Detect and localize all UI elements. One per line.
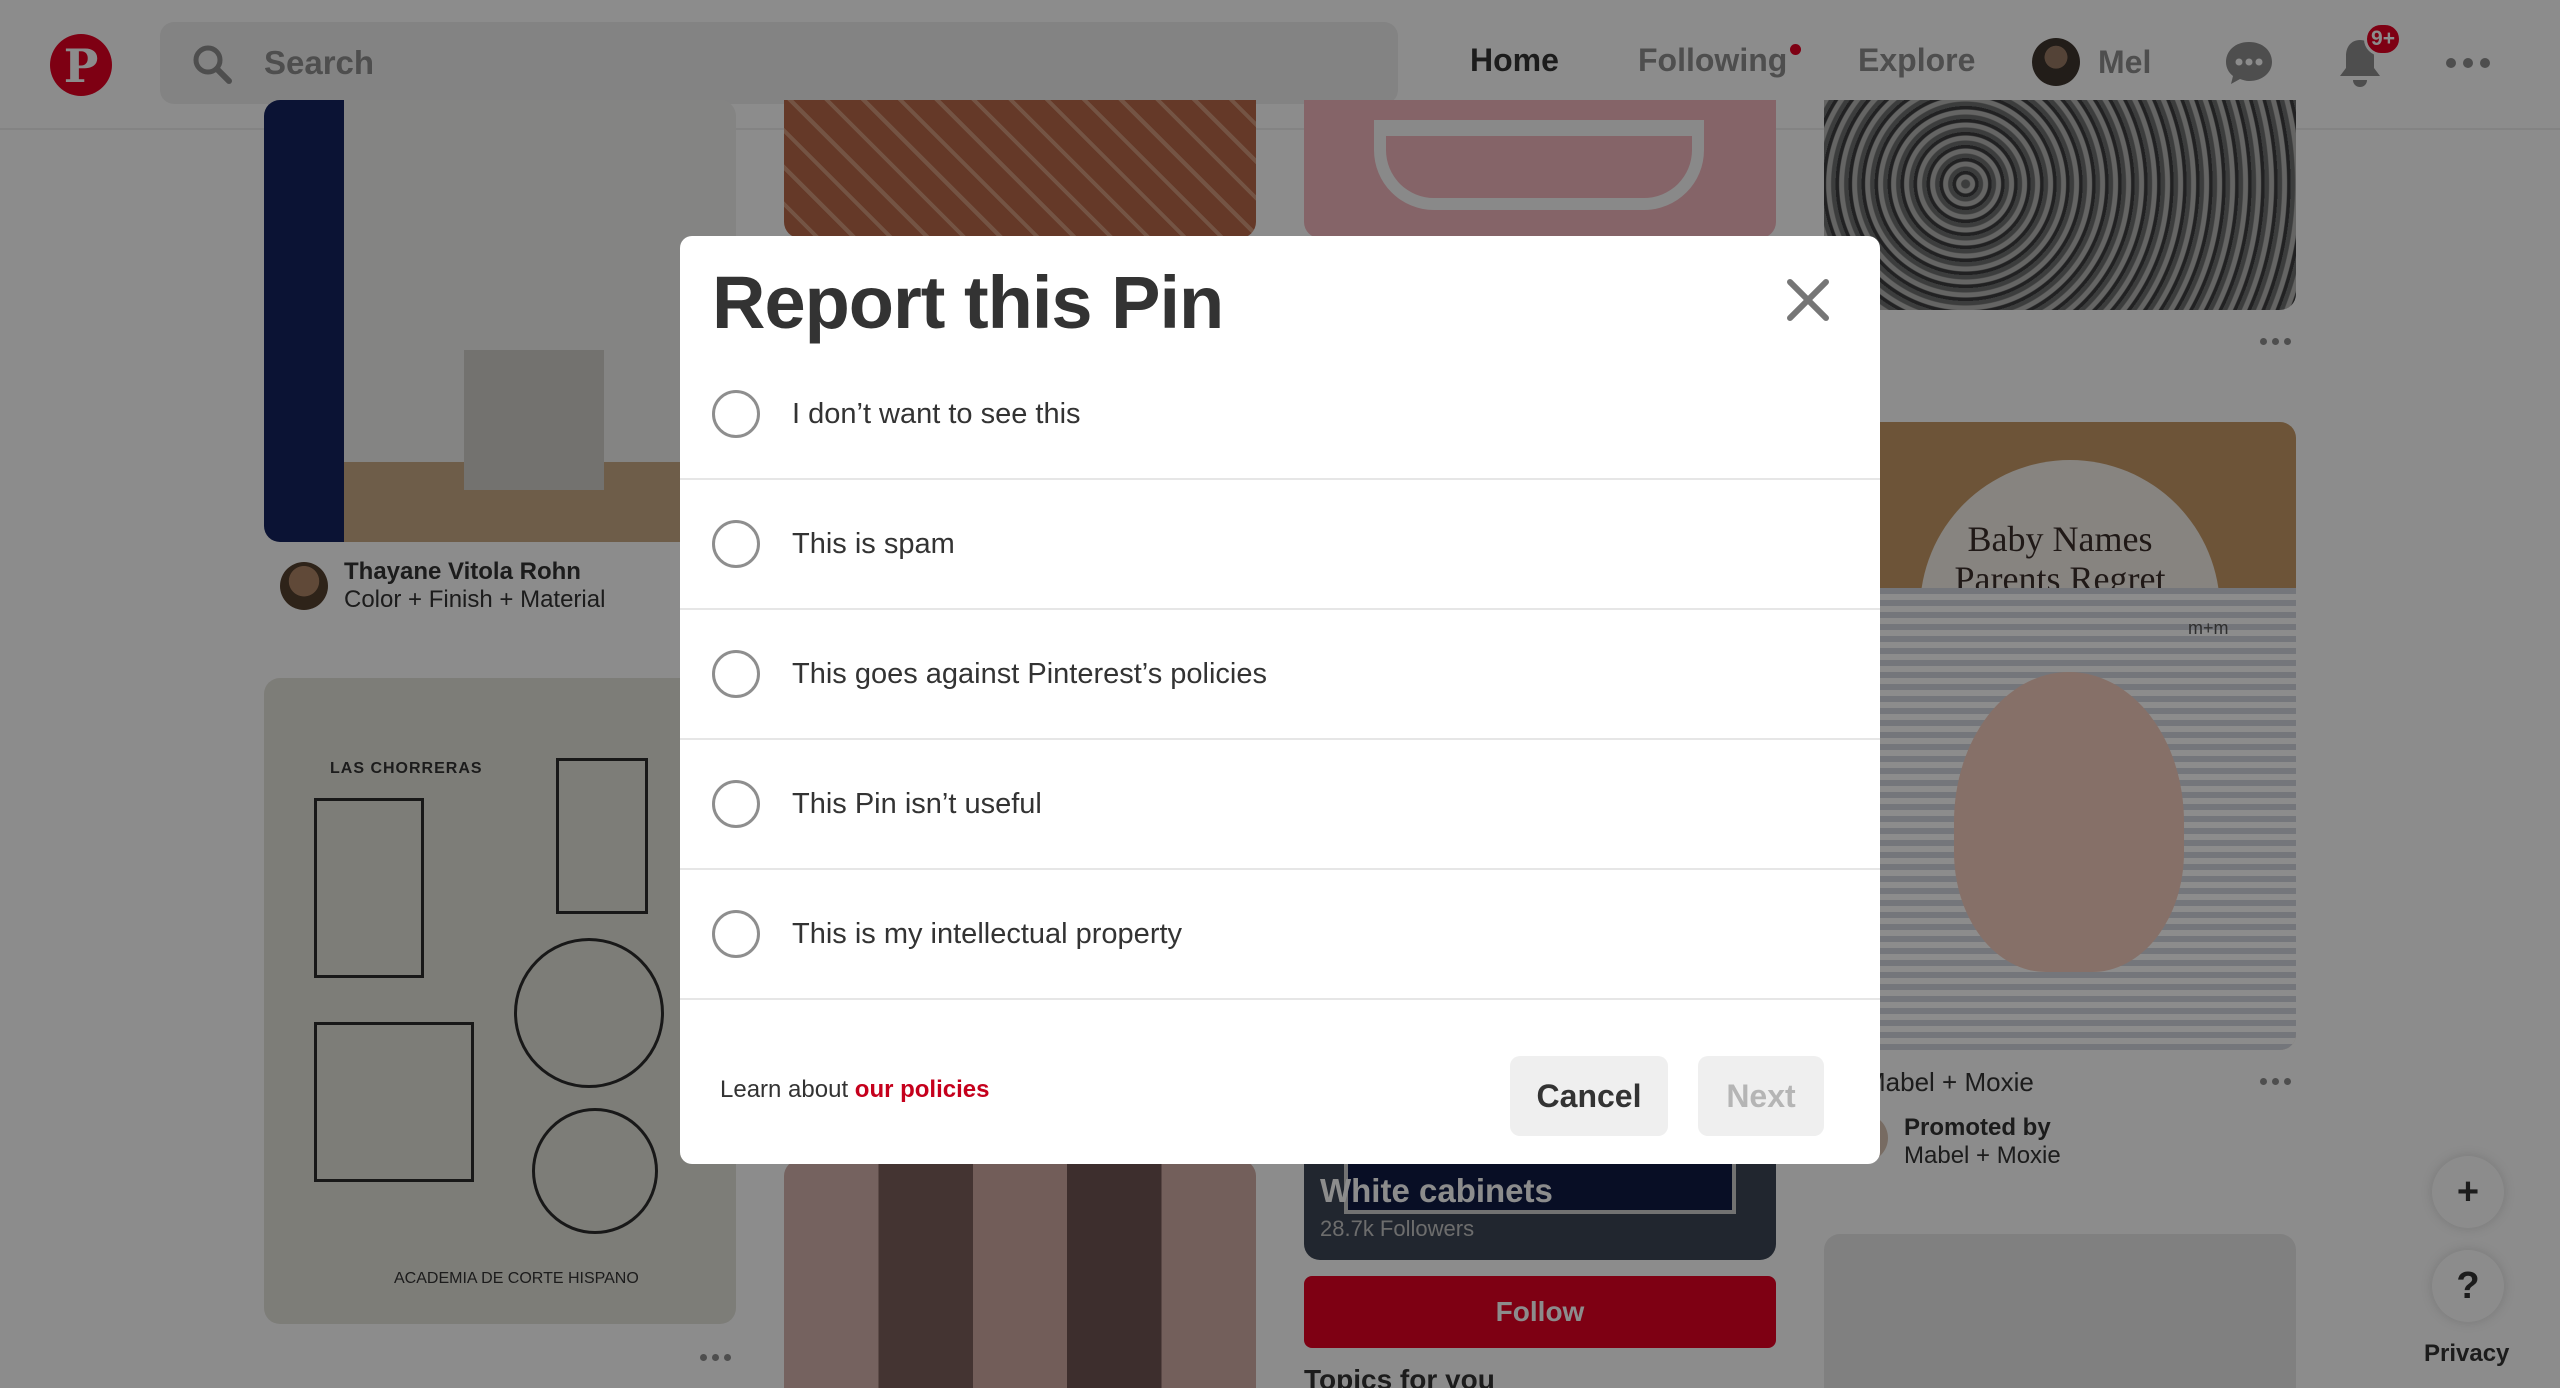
next-button[interactable]: Next — [1698, 1056, 1824, 1136]
option-label: This goes against Pinterest’s policies — [792, 657, 1267, 690]
radio-button[interactable] — [712, 780, 760, 828]
report-option-policy[interactable]: This goes against Pinterest’s policies — [680, 610, 1880, 740]
modal-title: Report this Pin — [712, 261, 1224, 344]
modal-footer: Learn about our policies Cancel Next — [680, 1020, 1880, 1164]
policies-link[interactable]: our policies — [855, 1076, 990, 1103]
option-label: This Pin isn’t useful — [792, 787, 1042, 820]
radio-button[interactable] — [712, 650, 760, 698]
learn-about-text: Learn about our policies — [720, 1076, 989, 1104]
report-pin-dialog: Report this Pin I don’t want to see this… — [680, 236, 1880, 1164]
option-label: I don’t want to see this — [792, 397, 1081, 430]
cancel-button[interactable]: Cancel — [1510, 1056, 1668, 1136]
report-option-ip[interactable]: This is my intellectual property — [680, 870, 1880, 1000]
report-option-spam[interactable]: This is spam — [680, 480, 1880, 610]
report-option-not-useful[interactable]: This Pin isn’t useful — [680, 740, 1880, 870]
report-option-not-want[interactable]: I don’t want to see this — [680, 350, 1880, 480]
radio-button[interactable] — [712, 520, 760, 568]
radio-button[interactable] — [712, 910, 760, 958]
option-label: This is my intellectual property — [792, 917, 1183, 950]
learn-prefix: Learn about — [720, 1076, 855, 1103]
option-label: This is spam — [792, 527, 955, 560]
close-icon[interactable] — [1784, 276, 1832, 324]
radio-button[interactable] — [712, 390, 760, 438]
